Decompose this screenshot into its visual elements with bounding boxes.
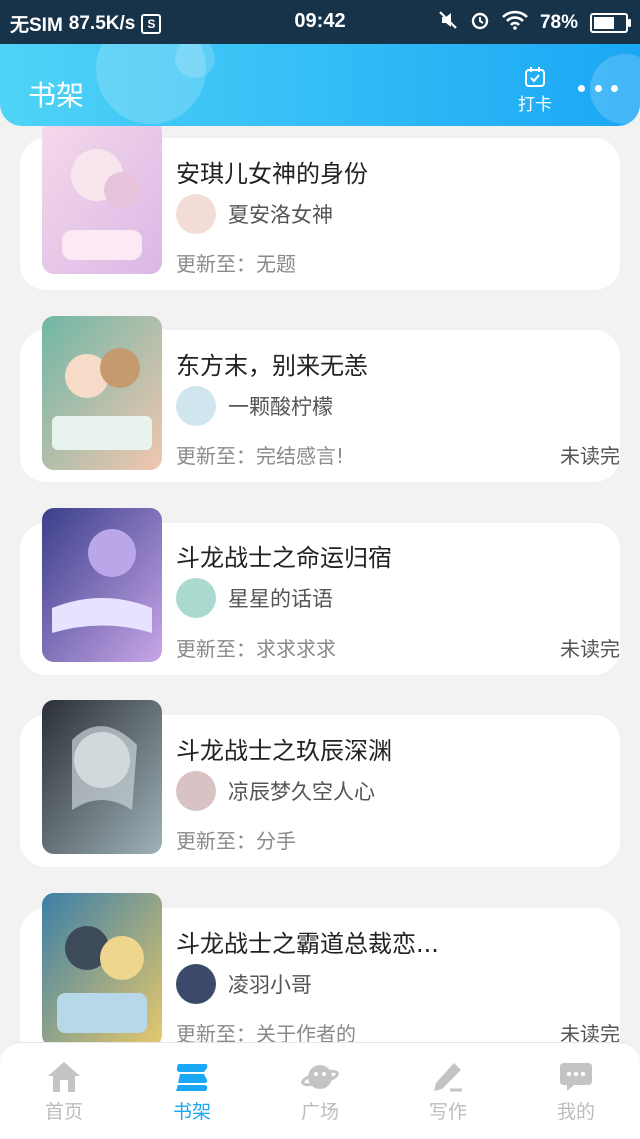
author-name: 星星的话语 [228,587,333,611]
book-title: 安琪儿女神的身份 [176,160,368,188]
book-cover-image [42,700,162,854]
checkin-label: 打卡 [518,95,552,115]
update-chapter: 分手 [256,829,296,853]
update-info: 更新至：求求求求 [176,633,336,662]
bookshelf-icon [128,1057,256,1097]
update-prefix: 更新至： [176,444,256,468]
author-name: 一颗酸柠檬 [228,395,333,419]
author-row: 凉辰梦久空人心 [176,771,375,811]
book-cover-image [42,316,162,470]
status-bar: 无SIM 87.5K/s S 09:42 78% [0,0,640,44]
battery-fill [594,17,615,29]
book-cover[interactable] [42,508,162,662]
book-cover[interactable] [42,126,162,274]
bottom-tab-bar: 首页 书架 广场 写作 我的 [0,1042,640,1139]
author-row: 一颗酸柠檬 [176,386,333,426]
status-right: 78% [438,10,631,36]
calendar-check-icon [525,67,545,87]
mute-icon [438,10,458,36]
update-prefix: 更新至： [176,1022,256,1042]
author-name: 凌羽小哥 [228,973,312,997]
book-cover[interactable] [42,316,162,470]
book-cover-image [42,893,162,1042]
more-dots-icon[interactable] [578,78,618,98]
book-cover[interactable] [42,700,162,854]
tab-label: 首页 [44,1101,83,1123]
author-name: 凉辰梦久空人心 [228,780,375,804]
battery-percent: 78% [539,12,578,33]
author-row: 凌羽小哥 [176,964,312,1004]
decor-bubble [175,44,215,78]
book-title: 东方末，别来无恙 [176,352,368,380]
avatar [176,194,216,234]
wifi-icon [502,10,528,36]
unread-status: 未读完 [560,637,620,661]
book-cover[interactable] [42,893,162,1042]
avatar [176,771,216,811]
book-title: 斗龙战士之霸道总裁恋... [176,930,439,958]
tab-label: 写作 [428,1101,467,1123]
update-info: 更新至：分手 [176,825,296,854]
avatar [176,964,216,1004]
update-prefix: 更新至： [176,637,256,661]
author-row: 夏安洛女神 [176,194,333,234]
update-chapter: 求求求求 [256,637,336,661]
home-icon [0,1057,128,1097]
update-info: 更新至：关于作者的 [176,1018,356,1042]
tab-bookshelf[interactable]: 书架 [128,1043,256,1139]
author-name: 夏安洛女神 [228,203,333,227]
book-title: 斗龙战士之命运归宿 [176,544,392,572]
checkin-button[interactable]: 打卡 [510,66,560,115]
pencil-icon [384,1057,512,1097]
tab-label: 我的 [556,1101,595,1123]
battery-icon [590,13,631,33]
page-title: 书架 [28,79,85,112]
book-cover-image [42,508,162,662]
avatar [176,386,216,426]
book-title: 斗龙战士之玖辰深渊 [176,737,392,765]
author-row: 星星的话语 [176,578,333,618]
bookshelf-list: 安琪儿女神的身份 夏安洛女神 更新至：无题 东方末，别来无恙 一颗酸柠檬 更新至… [0,126,640,1042]
tab-home[interactable]: 首页 [0,1043,128,1139]
app-header: 书架 打卡 [0,44,640,126]
unread-status: 未读完 [560,1022,620,1042]
update-prefix: 更新至： [176,252,256,276]
tab-mine[interactable]: 我的 [512,1043,640,1139]
avatar [176,578,216,618]
tab-write[interactable]: 写作 [384,1043,512,1139]
update-chapter: 完结感言! [256,444,345,468]
tab-square[interactable]: 广场 [256,1043,384,1139]
book-cover-image [42,126,162,274]
update-prefix: 更新至： [176,829,256,853]
planet-icon [256,1057,384,1097]
update-info: 更新至：完结感言! [176,440,344,469]
unread-status: 未读完 [560,444,620,468]
update-chapter: 关于作者的 [256,1022,356,1042]
tab-label: 广场 [300,1101,339,1123]
alarm-icon [470,10,490,36]
chat-bubble-icon [512,1057,640,1097]
tab-label: 书架 [172,1101,211,1123]
update-chapter: 无题 [256,252,296,276]
update-info: 更新至：无题 [176,248,296,277]
